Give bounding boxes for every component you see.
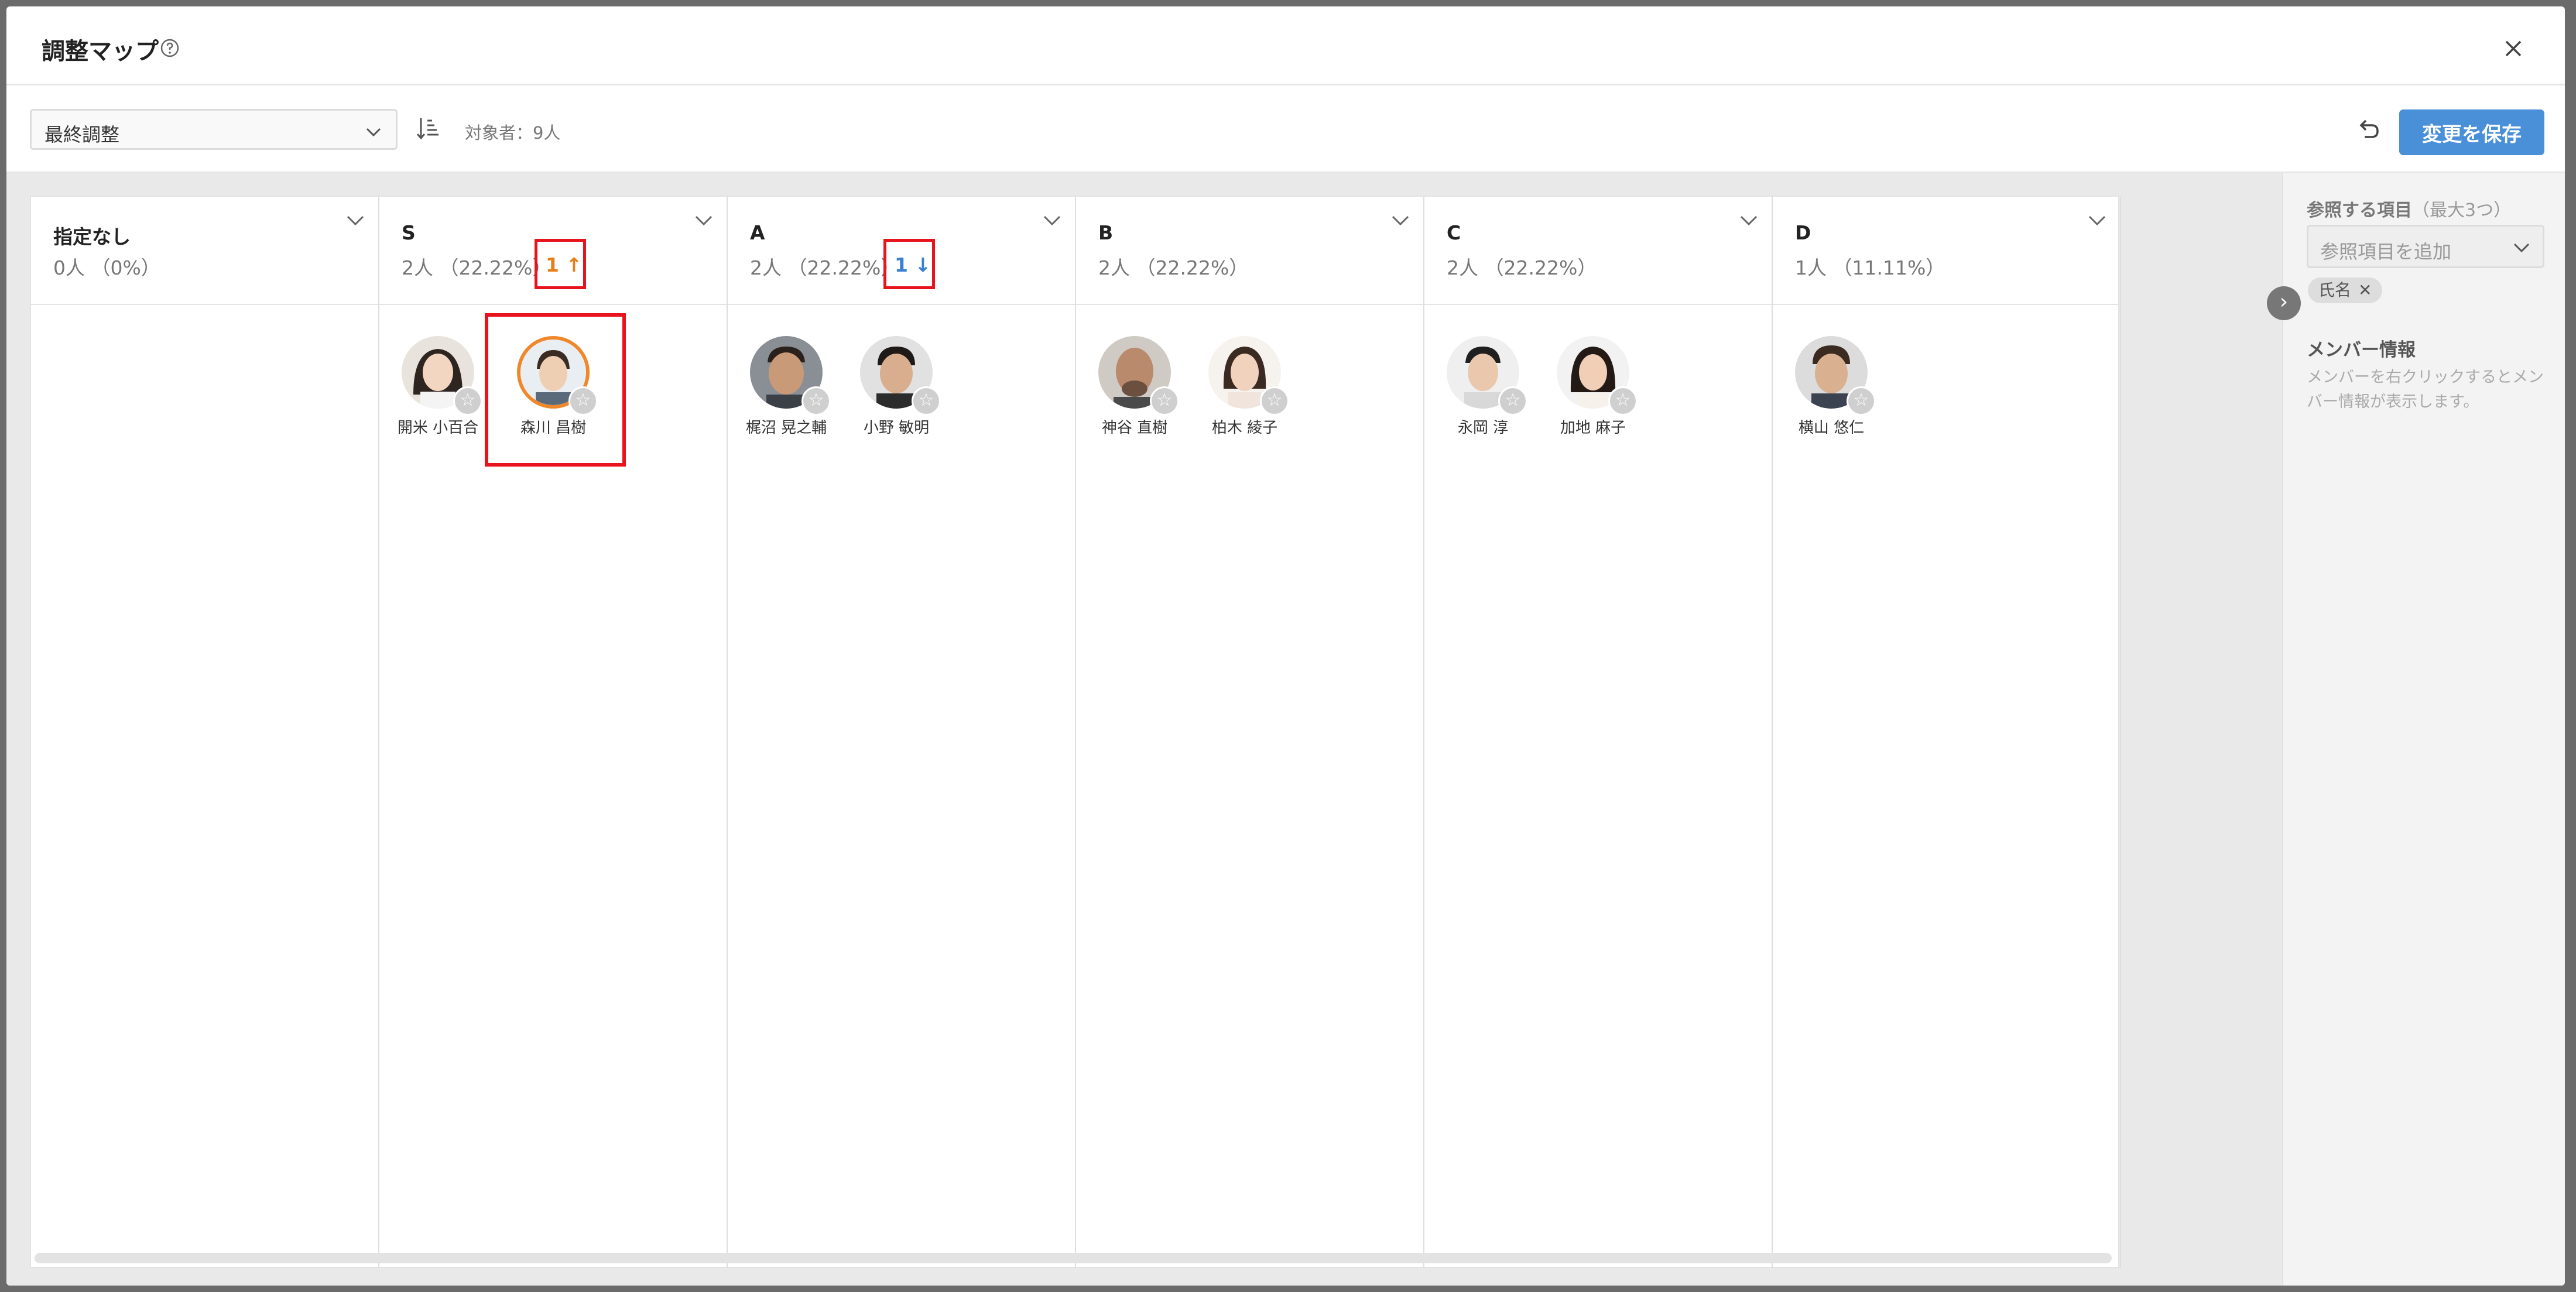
star-icon[interactable]: ☆ xyxy=(1498,386,1527,416)
reference-tag: 氏名 ✕ xyxy=(2308,277,2383,303)
column-count: 1人 （11.11%） xyxy=(1795,256,1945,279)
toolbar: 最終調整 対象者：9人 変更を保存 xyxy=(6,85,2565,173)
star-icon[interactable]: ☆ xyxy=(453,386,482,416)
member-name: 開米 小百合 xyxy=(397,419,479,437)
star-icon[interactable]: ☆ xyxy=(568,386,598,416)
grade-board: 指定なし 0人 （0%） S 2人 （22.22%） 1 ↑ ☆ 開米 小百合 … xyxy=(30,196,2121,1268)
delta-down: 1 ↓ xyxy=(895,253,931,276)
adjustment-stage-select[interactable]: 最終調整 xyxy=(30,109,398,150)
tag-label: 氏名 xyxy=(2318,280,2352,300)
save-changes-button[interactable]: 変更を保存 xyxy=(2399,109,2544,155)
reference-label-text: 参照する項目 xyxy=(2307,200,2412,221)
column-s[interactable]: S 2人 （22.22%） 1 ↑ ☆ 開米 小百合 ☆ 森川 昌樹 xyxy=(379,197,728,1268)
chevron-down-icon[interactable] xyxy=(1739,212,1759,229)
member-info-description: メンバーを右クリックするとメンバー情報が表示します。 xyxy=(2307,368,2544,411)
member-name: 森川 昌樹 xyxy=(520,419,587,437)
reference-item-select[interactable]: 参照項目を追加 xyxy=(2307,225,2544,268)
column-header: 指定なし 0人 （0%） xyxy=(31,197,378,305)
member-card[interactable]: ☆ 神谷 直樹 xyxy=(1076,336,1187,441)
member-name: 小野 敏明 xyxy=(863,419,930,437)
chevron-down-icon[interactable] xyxy=(1042,212,1062,229)
column-header: C 2人 （22.22%） xyxy=(1424,197,1772,305)
member-card[interactable]: ☆ 梶沼 晃之輔 xyxy=(728,336,839,441)
column-name: 指定なし xyxy=(53,225,131,248)
column-c[interactable]: C 2人 （22.22%） ☆ 永岡 淳 ☆ 加地 麻子 xyxy=(1424,197,1773,1268)
star-icon[interactable]: ☆ xyxy=(1608,386,1638,416)
column-header: A 2人 （22.22%） 1 ↓ xyxy=(728,197,1075,305)
member-name: 永岡 淳 xyxy=(1457,419,1509,437)
chevron-down-icon xyxy=(366,128,381,137)
column-d[interactable]: D 1人 （11.11%） ☆ 横山 悠仁 xyxy=(1773,197,2121,1268)
column-header: S 2人 （22.22%） 1 ↑ xyxy=(379,197,727,305)
target-count: 対象者：9人 xyxy=(465,123,561,143)
delta-up: 1 ↑ xyxy=(546,253,583,276)
horizontal-scrollbar[interactable] xyxy=(35,1253,2112,1263)
member-card-selected[interactable]: ☆ 森川 昌樹 xyxy=(495,336,606,441)
reference-label: 参照する項目（最大3つ） xyxy=(2307,196,2511,221)
member-name: 梶沼 晃之輔 xyxy=(745,419,827,437)
adjustment-map-modal: 調整マップ 最終調整 対象者：9人 変更を保存 指定なし 0人 （0%） S 2… xyxy=(6,6,2565,1286)
chevron-down-icon xyxy=(2513,243,2530,253)
star-icon[interactable]: ☆ xyxy=(1847,386,1876,416)
modal-header: 調整マップ xyxy=(6,6,2565,85)
column-count: 2人 （22.22%） xyxy=(402,256,552,279)
modal-title: 調整マップ xyxy=(42,38,159,65)
member-card[interactable]: ☆ 小野 敏明 xyxy=(838,336,949,441)
reference-label-limit: （最大3つ） xyxy=(2412,200,2512,221)
column-name: A xyxy=(750,221,765,244)
member-card[interactable]: ☆ 横山 悠仁 xyxy=(1773,336,1884,441)
delta-highlight: 1 ↑ xyxy=(535,239,586,289)
close-icon[interactable] xyxy=(2502,37,2525,60)
column-name: S xyxy=(402,221,416,244)
member-card[interactable]: ☆ 開米 小百合 xyxy=(379,336,491,441)
select-value: 最終調整 xyxy=(44,124,120,146)
collapse-panel-button[interactable]: › xyxy=(2267,286,2301,320)
chevron-down-icon[interactable] xyxy=(345,212,365,229)
member-name: 加地 麻子 xyxy=(1560,419,1626,437)
column-header: B 2人 （22.22%） xyxy=(1076,197,1423,305)
star-icon[interactable]: ☆ xyxy=(1150,386,1179,416)
board-area: 指定なし 0人 （0%） S 2人 （22.22%） 1 ↑ ☆ 開米 小百合 … xyxy=(6,173,2282,1286)
chevron-down-icon[interactable] xyxy=(2087,212,2107,229)
tag-remove-icon[interactable]: ✕ xyxy=(2358,280,2372,300)
reference-panel: 参照する項目（最大3つ） 参照項目を追加 氏名 ✕ メンバー情報 メンバーを右クリ… xyxy=(2282,173,2565,1286)
member-name: 横山 悠仁 xyxy=(1798,419,1865,437)
star-icon[interactable]: ☆ xyxy=(801,386,831,416)
member-card[interactable]: ☆ 柏木 綾子 xyxy=(1186,336,1297,441)
chevron-down-icon[interactable] xyxy=(694,212,714,229)
sort-icon[interactable] xyxy=(416,116,440,142)
column-count: 2人 （22.22%） xyxy=(1447,256,1597,279)
column-name: C xyxy=(1447,221,1461,244)
column-header: D 1人 （11.11%） xyxy=(1773,197,2120,305)
column-count: 2人 （22.22%） xyxy=(1098,256,1249,279)
chevron-down-icon[interactable] xyxy=(1390,212,1410,229)
column-name: B xyxy=(1098,221,1114,244)
star-icon[interactable]: ☆ xyxy=(912,386,941,416)
member-card[interactable]: ☆ 加地 麻子 xyxy=(1534,336,1646,441)
member-card[interactable]: ☆ 永岡 淳 xyxy=(1424,336,1536,441)
column-count: 0人 （0%） xyxy=(53,256,160,279)
question-circle-icon[interactable] xyxy=(160,38,180,58)
column-unassigned[interactable]: 指定なし 0人 （0%） xyxy=(31,197,379,1268)
member-name: 神谷 直樹 xyxy=(1101,419,1168,437)
column-count: 2人 （22.22%） xyxy=(750,256,900,279)
member-name: 柏木 綾子 xyxy=(1211,419,1278,437)
member-info-title: メンバー情報 xyxy=(2307,340,2416,361)
delta-highlight: 1 ↓ xyxy=(883,239,935,289)
reference-select-placeholder: 参照項目を追加 xyxy=(2320,241,2452,263)
star-icon[interactable]: ☆ xyxy=(1260,386,1289,416)
column-name: D xyxy=(1795,221,1811,244)
column-a[interactable]: A 2人 （22.22%） 1 ↓ ☆ 梶沼 晃之輔 ☆ 小野 敏明 xyxy=(728,197,1076,1268)
undo-icon[interactable] xyxy=(2355,117,2381,143)
column-b[interactable]: B 2人 （22.22%） ☆ 神谷 直樹 ☆ 柏木 綾子 xyxy=(1076,197,1424,1268)
